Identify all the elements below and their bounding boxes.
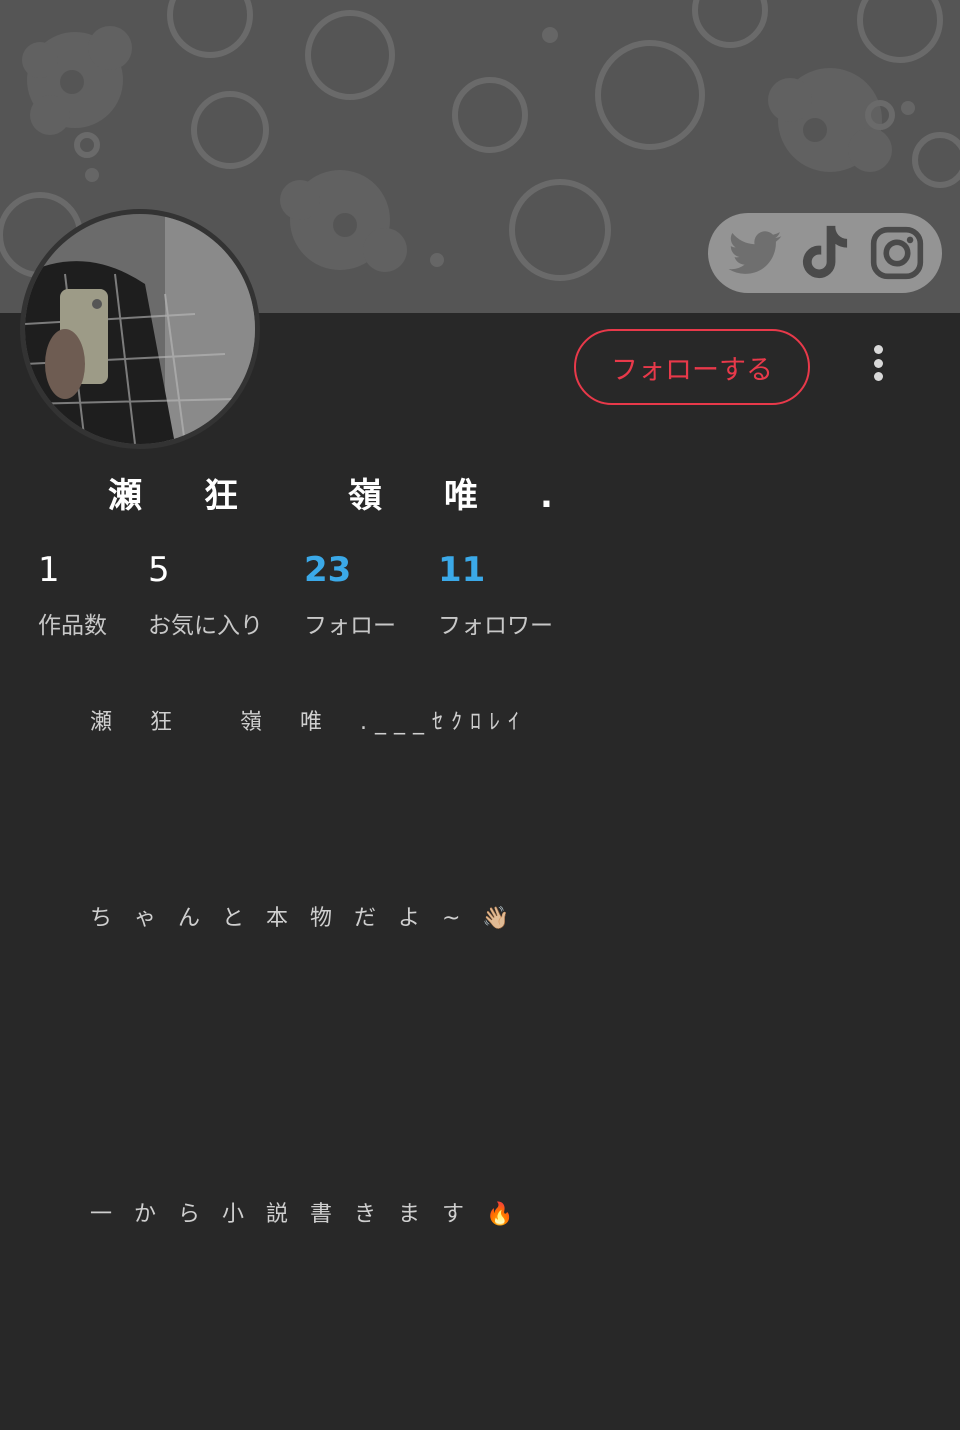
bio-line: 瀬 狂 嶺 唯 .___ｾｸﾛﾚｲ <box>90 710 527 735</box>
avatar-photo <box>25 214 255 444</box>
tiktok-icon[interactable] <box>790 213 860 293</box>
stat-followers[interactable]: 11 フォロワー <box>438 548 553 640</box>
dot <box>873 358 883 368</box>
twitter-icon[interactable] <box>720 213 790 293</box>
instagram-icon[interactable] <box>862 213 932 293</box>
dot <box>873 345 883 354</box>
stat-following[interactable]: 23 フォロー <box>304 548 396 640</box>
avatar[interactable] <box>20 209 260 449</box>
stat-label: 作品数 <box>38 613 107 639</box>
stat-value: 1 <box>38 550 60 590</box>
dot <box>873 372 883 381</box>
stat-label: フォロワー <box>438 613 553 639</box>
bio-line: 一から小説書きます🔥 <box>90 1202 536 1227</box>
stat-label: フォロー <box>304 613 396 639</box>
social-links <box>708 213 942 293</box>
follow-button[interactable]: フォローする <box>574 329 810 405</box>
bio-line: ちゃんと本物だよ~👋🏼 <box>90 906 532 931</box>
stat-value: 5 <box>148 550 170 590</box>
profile-name: 瀬 狂 嶺 唯 . <box>108 476 567 516</box>
stat-works[interactable]: 1 作品数 <box>38 548 107 640</box>
stat-favorites[interactable]: 5 お気に入り <box>148 548 263 640</box>
stat-value: 23 <box>304 550 352 590</box>
stat-value: 11 <box>438 550 486 590</box>
more-options-icon[interactable] <box>860 340 896 386</box>
stat-label: お気に入り <box>148 613 263 639</box>
